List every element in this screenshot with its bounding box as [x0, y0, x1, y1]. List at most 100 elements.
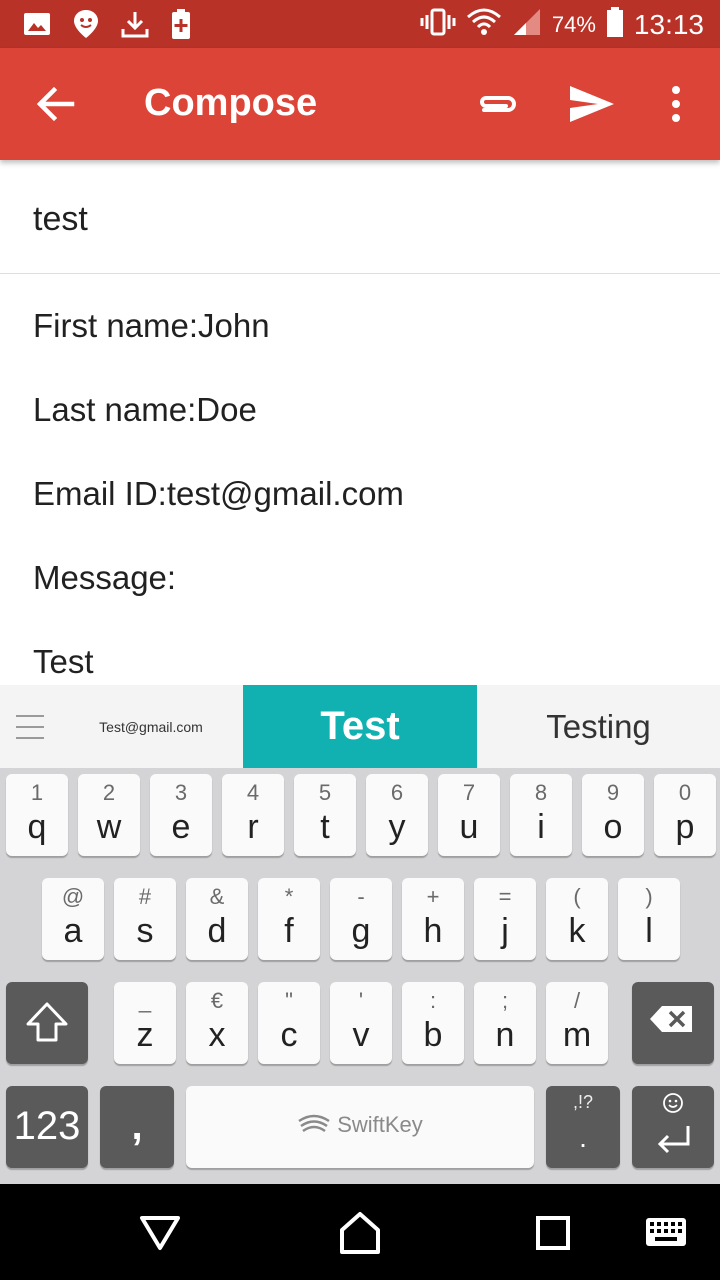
key-label: f: [284, 912, 294, 950]
nav-recents-button[interactable]: [524, 1204, 580, 1260]
key-label: e: [171, 808, 191, 846]
swiftkey-logo-icon: [298, 1114, 330, 1133]
comma-key[interactable]: ,: [100, 1086, 174, 1168]
key-label: x: [208, 1016, 226, 1054]
key-label: v: [352, 1016, 370, 1054]
key-hint: *: [284, 884, 294, 909]
image-icon: [22, 10, 52, 43]
key-hint: ): [645, 884, 653, 909]
key-hint: 0: [678, 780, 692, 805]
suggestion-left[interactable]: Test@gmail.com: [60, 685, 242, 768]
key-hint: 1: [30, 780, 44, 805]
key-w[interactable]: 2w: [78, 774, 140, 856]
key-q[interactable]: 1q: [6, 774, 68, 856]
triangle-down-icon: [140, 1216, 180, 1250]
key-f[interactable]: * f: [258, 878, 320, 960]
key-l[interactable]: ) l: [618, 878, 680, 960]
period-key-label: .: [579, 1122, 587, 1153]
key-label: s: [136, 912, 154, 950]
comma-key-label: ,: [131, 1104, 143, 1148]
key-hint: &: [209, 884, 225, 909]
key-d[interactable]: & d: [186, 878, 248, 960]
backspace-icon: [650, 1006, 692, 1032]
home-icon: [340, 1212, 380, 1254]
key-i[interactable]: 8i: [510, 774, 572, 856]
status-left-icons: [22, 8, 192, 45]
nav-back-button[interactable]: [132, 1204, 188, 1260]
period-key-hint: ,!?: [572, 1092, 593, 1112]
subject-text: test: [33, 200, 88, 238]
key-label: u: [459, 808, 479, 846]
key-a[interactable]: @ a: [42, 878, 104, 960]
attach-button[interactable]: [470, 78, 522, 130]
key-y[interactable]: 6y: [366, 774, 428, 856]
arrow-back-icon: [36, 86, 75, 122]
key-label: l: [645, 912, 653, 950]
keyboard-icon: [646, 1218, 686, 1246]
key-v[interactable]: ' v: [330, 982, 392, 1064]
key-hint: €: [210, 988, 224, 1013]
key-hint: -: [357, 884, 365, 909]
keyboard-menu-button[interactable]: [14, 711, 46, 743]
period-key[interactable]: ,!? .: [546, 1086, 620, 1168]
shift-icon: [26, 1002, 68, 1042]
suggestion-bar: Test@gmail.com Test Testing: [0, 685, 720, 768]
key-hint: @: [61, 884, 85, 909]
key-h[interactable]: + h: [402, 878, 464, 960]
key-x[interactable]: € x: [186, 982, 248, 1064]
clock: 13:13: [633, 8, 704, 40]
subject-field[interactable]: test: [0, 160, 720, 274]
key-label: o: [603, 808, 623, 846]
key-hint: ': [358, 988, 364, 1013]
key-hint: ;: [501, 988, 509, 1013]
hamburger-icon: [16, 715, 44, 739]
back-button[interactable]: [30, 78, 82, 130]
wifi-icon: [466, 7, 502, 42]
key-s[interactable]: # s: [114, 878, 176, 960]
send-icon: [570, 86, 614, 122]
key-r[interactable]: 4r: [222, 774, 284, 856]
suggestion-right[interactable]: Testing: [477, 685, 720, 768]
key-label: n: [495, 1016, 515, 1054]
key-label: g: [351, 912, 371, 950]
key-j[interactable]: = j: [474, 878, 536, 960]
battery-percent: 74%: [551, 11, 596, 37]
key-label: r: [247, 808, 259, 846]
key-e[interactable]: 3e: [150, 774, 212, 856]
more-vert-icon: [672, 86, 680, 122]
send-button[interactable]: [566, 78, 618, 130]
key-label: h: [423, 912, 443, 950]
key-o[interactable]: 9o: [582, 774, 644, 856]
key-hint: /: [573, 988, 581, 1013]
navigation-bar: [0, 1184, 720, 1280]
shift-key[interactable]: [6, 982, 88, 1064]
key-g[interactable]: -g: [330, 878, 392, 960]
key-p[interactable]: 0p: [654, 774, 716, 856]
nav-keyboard-button[interactable]: [638, 1204, 694, 1260]
key-t[interactable]: 5t: [294, 774, 356, 856]
key-b[interactable]: :b: [402, 982, 464, 1064]
key-m[interactable]: / m: [546, 982, 608, 1064]
key-u[interactable]: 7u: [438, 774, 500, 856]
numbers-key[interactable]: 123: [6, 1086, 88, 1168]
emoji-icon: [663, 1093, 683, 1113]
key-k[interactable]: (k: [546, 878, 608, 960]
compose-body[interactable]: First name:John Last name:Doe Email ID:t…: [0, 275, 720, 685]
keyboard: 1q2w3e4r5t6y7u8i9o0p @ a # s & d * f - g + h = j(k) l …: [0, 768, 720, 1184]
battery-icon: [606, 6, 624, 43]
key-n[interactable]: ; n: [474, 982, 536, 1064]
numbers-key-label: 123: [13, 1104, 81, 1148]
more-options-button[interactable]: [656, 78, 696, 130]
nav-home-button[interactable]: [332, 1204, 388, 1260]
key-z[interactable]: _ z: [114, 982, 176, 1064]
space-key[interactable]: SwiftKey: [186, 1086, 534, 1168]
key-label: t: [320, 808, 330, 846]
backspace-key[interactable]: [632, 982, 714, 1064]
suggestion-middle[interactable]: Test: [243, 685, 477, 768]
key-c[interactable]: " c: [258, 982, 320, 1064]
enter-key[interactable]: [632, 1086, 714, 1168]
key-hint: 8: [534, 780, 548, 805]
swiftkey-brand: SwiftKey: [337, 1112, 423, 1137]
page-title: Compose: [144, 82, 318, 124]
key-label: z: [136, 1016, 154, 1054]
